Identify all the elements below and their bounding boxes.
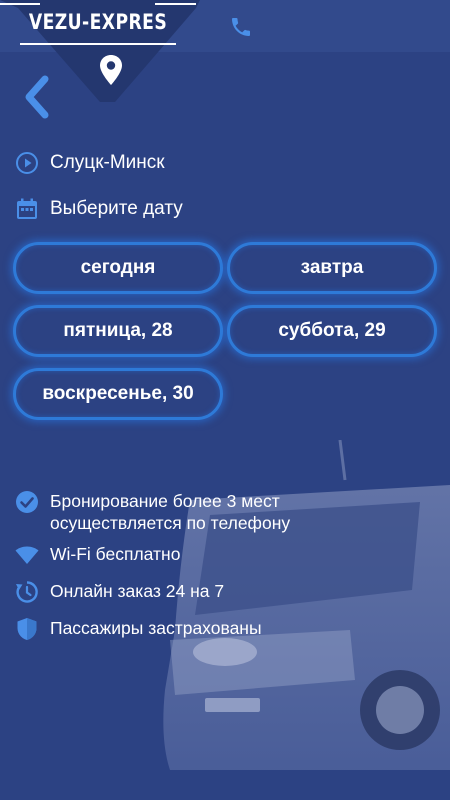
date-prompt-label: Выберите дату (50, 198, 183, 219)
app-logo: VEZU-EXPRES (28, 10, 168, 34)
date-prompt-row: Выберите дату (14, 196, 183, 222)
feature-wifi-label: Wi-Fi бесплатно (50, 544, 181, 564)
route-label: Слуцк-Минск (50, 152, 165, 173)
calendar-icon (14, 196, 40, 222)
wifi-icon (14, 543, 40, 567)
clock-refresh-icon (14, 580, 40, 604)
chevron-left-icon (25, 75, 49, 119)
shield-icon (14, 617, 40, 641)
feature-booking-line2: осуществляется по телефону (50, 513, 291, 533)
date-button-tomorrow[interactable]: завтра (227, 242, 437, 294)
feature-booking-line1: Бронирование более 3 мест (50, 491, 280, 511)
feature-online: Онлайн заказ 24 на 7 (14, 580, 224, 604)
date-button-today[interactable]: сегодня (13, 242, 223, 294)
phone-icon (232, 18, 250, 36)
date-button-saturday[interactable]: суббота, 29 (227, 305, 437, 357)
feature-booking: Бронирование более 3 мест осуществляется… (14, 490, 290, 534)
date-button-friday[interactable]: пятница, 28 (13, 305, 223, 357)
back-button[interactable] (20, 74, 54, 120)
route-row: Слуцк-Минск (14, 150, 165, 176)
call-button[interactable] (226, 12, 256, 42)
check-circle-icon (14, 490, 40, 514)
map-pin-icon (100, 55, 122, 85)
feature-insurance: Пассажиры застрахованы (14, 617, 262, 641)
feature-online-label: Онлайн заказ 24 на 7 (50, 581, 225, 601)
play-circle-icon (14, 150, 40, 176)
feature-wifi: Wi-Fi бесплатно (14, 543, 180, 567)
feature-insurance-label: Пассажиры застрахованы (50, 618, 262, 638)
date-button-sunday[interactable]: воскресенье, 30 (13, 368, 223, 420)
